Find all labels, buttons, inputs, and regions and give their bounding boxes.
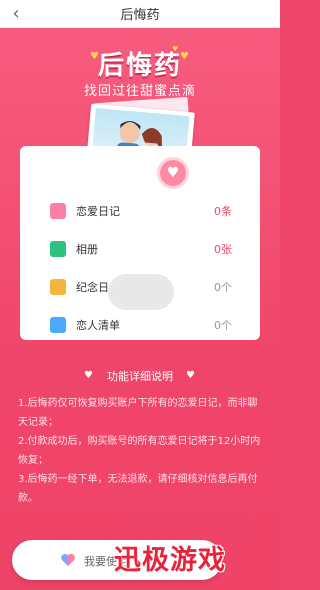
record-row-album[interactable]: 相册 0张 (20, 230, 260, 268)
record-value: 0个 (214, 319, 232, 332)
top-bar: ‹ 后悔药 (0, 0, 280, 28)
heart-icon (61, 554, 75, 566)
record-value: 0个 (214, 281, 232, 294)
info-title: 功能详细说明 (107, 370, 173, 383)
hero-subtitle: 找回过往甜蜜点滴 (83, 84, 196, 99)
record-value: 0条 (214, 205, 232, 218)
watermark: 迅极游戏 (114, 545, 226, 576)
cake-icon (50, 279, 66, 295)
back-arrow-icon[interactable]: ‹ (6, 4, 26, 24)
record-row-checklist[interactable]: 恋人清单 0个 (20, 306, 260, 344)
heart-badge-icon: ♥ (160, 160, 186, 186)
record-label: 恋爱日记 (76, 205, 120, 218)
record-label: 纪念日 (76, 281, 109, 294)
hero-title: 后悔药 (97, 51, 182, 81)
info-line-1: 1.后悔药仅可恢复购买账户下所有的恋爱日记，而非聊天记录； (18, 398, 258, 428)
page-title: 后悔药 (120, 8, 160, 23)
info-line-2: 2.付款成功后，购买账号的所有恋爱日记将于12小时内恢复； (18, 436, 261, 466)
obscured-overlay (108, 274, 174, 310)
checklist-icon (50, 317, 66, 333)
record-value: 0张 (214, 243, 232, 256)
record-row-diary[interactable]: 恋爱日记 0条 (20, 192, 260, 230)
diary-icon (50, 203, 66, 219)
info-line-3: 3.后悔药一经下单，无法退款，请仔细核对信息后再付款。 (18, 474, 258, 504)
record-label: 恋人清单 (76, 319, 120, 332)
record-label: 相册 (76, 243, 98, 256)
album-icon (50, 241, 66, 257)
